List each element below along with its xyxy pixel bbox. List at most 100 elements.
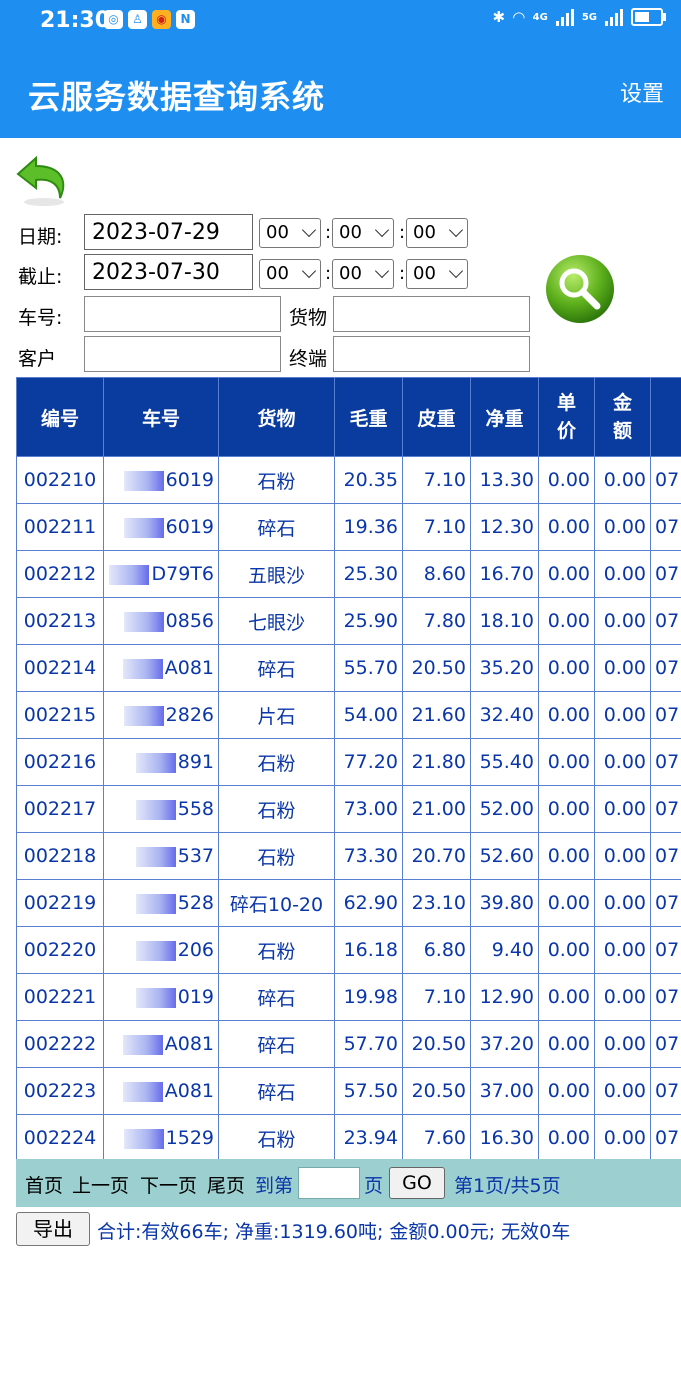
customer-input[interactable] (84, 336, 281, 372)
end-second-select[interactable]: 00 (406, 259, 468, 289)
row-plate-value: 6019 (165, 469, 214, 491)
row-net: 12.90 (470, 973, 539, 1021)
chevron-down-icon (301, 263, 317, 279)
table-row[interactable]: 002224 1529 石粉 23.94 7.60 16.30 0.00 0.00 07 (16, 1114, 681, 1159)
redacted-mask (123, 517, 164, 538)
row-amount: 0.00 (594, 1067, 651, 1115)
row-price-value: 0.00 (547, 798, 590, 820)
row-tare-value: 6.80 (423, 939, 466, 961)
row-goods: 碎石10-20 (218, 879, 335, 927)
row-goods: 石粉 (218, 785, 335, 833)
search-icon[interactable] (543, 254, 617, 328)
row-tare: 8.60 (402, 550, 471, 598)
time-separator: : (325, 222, 332, 243)
row-id-value: 002223 (23, 1080, 97, 1102)
terminal-input[interactable] (333, 336, 530, 372)
row-amount-value: 0.00 (603, 751, 646, 773)
row-goods: 碎石 (218, 644, 335, 692)
row-plate: 558 (103, 785, 219, 833)
row-id-value: 002213 (23, 610, 97, 632)
row-gross-value: 54.00 (343, 704, 398, 726)
settings-button[interactable]: 设置 (620, 76, 664, 108)
start-second-select[interactable]: 00 (406, 218, 468, 248)
table-row[interactable]: 002211 6019 碎石 19.36 7.10 12.30 0.00 0.00 07 (16, 503, 681, 551)
row-net-value: 12.30 (479, 516, 534, 538)
table-row[interactable]: 002222 A081 碎石 57.70 20.50 37.20 0.00 0.00 07 (16, 1020, 681, 1068)
row-amount: 0.00 (594, 456, 651, 504)
row-tare-value: 20.50 (411, 1080, 466, 1102)
table-row[interactable]: 002223 A081 碎石 57.50 20.50 37.00 0.00 0.00 07 (16, 1067, 681, 1115)
redacted-mask (122, 1081, 163, 1102)
next-page-link[interactable]: 下一页 (140, 1171, 197, 1198)
row-gross-value: 57.70 (343, 1033, 398, 1055)
row-gross-value: 55.70 (343, 657, 398, 679)
table-row[interactable]: 002215 2826 片石 54.00 21.60 32.40 0.00 0.00 07 (16, 691, 681, 739)
row-gross-value: 19.98 (343, 986, 398, 1008)
row-plate: 019 (103, 973, 219, 1021)
table-row[interactable]: 002212 D79T6 五眼沙 25.30 8.60 16.70 0.00 0.00 07 (16, 550, 681, 598)
row-plate: 528 (103, 879, 219, 927)
row-price-value: 0.00 (547, 1080, 590, 1102)
row-tare-value: 21.00 (411, 798, 466, 820)
col-header-tare: 皮重 (402, 377, 471, 457)
start-date-field[interactable]: 2023-07-29 (84, 214, 253, 250)
row-tare: 23.10 (402, 879, 471, 927)
row-plate: A081 (103, 1067, 219, 1115)
row-plate-value: 558 (177, 798, 214, 820)
table-row[interactable]: 002210 6019 石粉 20.35 7.10 13.30 0.00 0.00 07 (16, 456, 681, 504)
page-number-input[interactable] (298, 1167, 360, 1199)
row-time: 07 (650, 879, 681, 927)
table-row[interactable]: 002219 528 碎石10-20 62.90 23.10 39.80 0.00 0.00 0… (16, 879, 681, 927)
start-minute-select[interactable]: 00 (332, 218, 394, 248)
redacted-mask (135, 846, 176, 867)
row-price: 0.00 (538, 1067, 595, 1115)
table-row[interactable]: 002214 A081 碎石 55.70 20.50 35.20 0.00 0.00 07 (16, 644, 681, 692)
row-tare: 7.10 (402, 503, 471, 551)
redacted-mask (135, 987, 176, 1008)
go-button[interactable]: GO (389, 1167, 445, 1199)
plate-input[interactable] (84, 296, 281, 332)
export-button[interactable]: 导出 (16, 1212, 90, 1246)
row-price: 0.00 (538, 644, 595, 692)
prev-page-link[interactable]: 上一页 (72, 1171, 129, 1198)
row-amount-value: 0.00 (603, 610, 646, 632)
start-hour-select[interactable]: 00 (259, 218, 321, 248)
table-row[interactable]: 002221 019 碎石 19.98 7.10 12.90 0.00 0.00 07 (16, 973, 681, 1021)
back-arrow-icon[interactable] (16, 152, 72, 208)
row-gross-value: 73.00 (343, 798, 398, 820)
goods-input[interactable] (333, 296, 530, 332)
table-row[interactable]: 002217 558 石粉 73.00 21.00 52.00 0.00 0.00 07 (16, 785, 681, 833)
row-price: 0.00 (538, 785, 595, 833)
row-price: 0.00 (538, 832, 595, 880)
row-plate: 0856 (103, 597, 219, 645)
row-gross-value: 62.90 (343, 892, 398, 914)
first-page-link[interactable]: 首页 (25, 1171, 63, 1198)
row-price: 0.00 (538, 550, 595, 598)
last-page-link[interactable]: 尾页 (207, 1171, 245, 1198)
page-unit-label: 页 (364, 1175, 384, 1197)
row-gross: 54.00 (334, 691, 403, 739)
row-net: 32.40 (470, 691, 539, 739)
redacted-mask (109, 564, 150, 585)
row-amount: 0.00 (594, 1114, 651, 1159)
end-minute-select[interactable]: 00 (332, 259, 394, 289)
row-id: 002211 (16, 503, 104, 551)
time-separator: : (399, 222, 406, 243)
table-row[interactable]: 002220 206 石粉 16.18 6.80 9.40 0.00 0.00 07 (16, 926, 681, 974)
row-tare-value: 21.80 (411, 751, 466, 773)
row-time: 07 (650, 644, 681, 692)
row-net-value: 32.40 (479, 704, 534, 726)
row-id: 002220 (16, 926, 104, 974)
row-tare: 21.00 (402, 785, 471, 833)
row-time: 07 (650, 1020, 681, 1068)
row-id: 002215 (16, 691, 104, 739)
row-time-value: 07 (655, 798, 680, 820)
end-date-field[interactable]: 2023-07-30 (84, 254, 253, 290)
table-row[interactable]: 002216 891 石粉 77.20 21.80 55.40 0.00 0.00 07 (16, 738, 681, 786)
bluetooth-icon: ✱ (492, 8, 506, 26)
table-row[interactable]: 002213 0856 七眼沙 25.90 7.80 18.10 0.00 0.00 07 (16, 597, 681, 645)
end-hour-select[interactable]: 00 (259, 259, 321, 289)
row-amount: 0.00 (594, 691, 651, 739)
table-row[interactable]: 002218 537 石粉 73.30 20.70 52.60 0.00 0.00 07 (16, 832, 681, 880)
row-amount-value: 0.00 (603, 1127, 646, 1149)
